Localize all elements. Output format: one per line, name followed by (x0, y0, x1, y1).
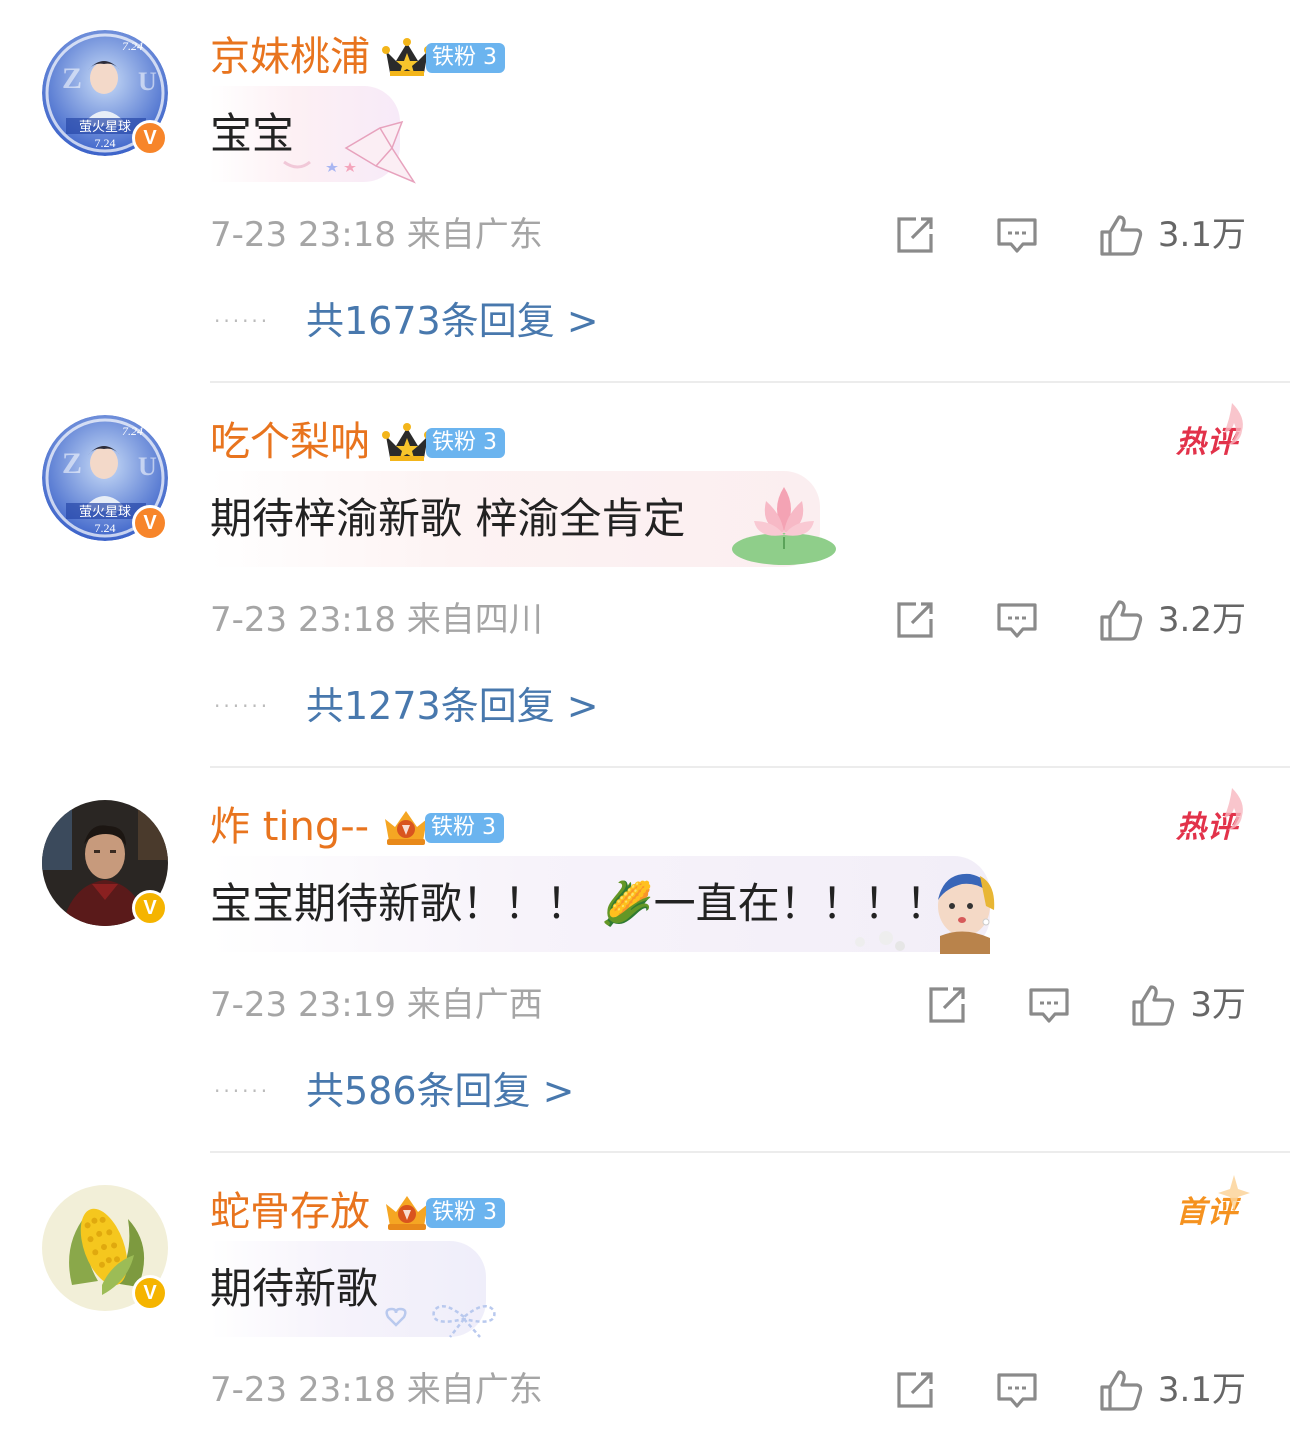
like-icon[interactable] (1098, 597, 1144, 643)
comment-item: V 蛇骨存放 铁粉 3 首评 期待新歌 7-23 23:18 来自广东 3.1万 (0, 1155, 1290, 1440)
share-icon[interactable] (924, 982, 970, 1028)
like-count: 3万 (1190, 985, 1246, 1025)
comment-actions: 3.1万 (892, 1367, 1246, 1413)
bow-decoration-icon (385, 1304, 496, 1338)
svg-text:萤火星球: 萤火星球 (79, 120, 131, 135)
divider (210, 766, 1290, 768)
comment-bubble: 期待梓渝新歌 梓渝全肯定 (210, 471, 820, 567)
username[interactable]: 蛇骨存放 (210, 1187, 370, 1237)
hot-comment-badge: 热评 (1176, 788, 1243, 846)
username[interactable]: 炸 ting-- (210, 802, 369, 852)
comment-icon[interactable] (994, 597, 1040, 643)
username[interactable]: 京妹桃浦 (210, 32, 370, 82)
crown-icon (382, 423, 432, 461)
svg-text:Z: Z (62, 62, 82, 95)
comment-icon[interactable] (1026, 982, 1072, 1028)
fan-level-tag: 铁粉 3 (426, 428, 505, 458)
comment-meta: 7-23 23:18 来自广东 (210, 215, 543, 255)
comment-meta: 7-23 23:18 来自广东 (210, 1370, 543, 1410)
username[interactable]: 吃个梨呐 (210, 417, 370, 467)
svg-text:7.24: 7.24 (122, 39, 143, 53)
gold-crown-icon (385, 811, 427, 845)
flame-icon (1224, 788, 1243, 830)
lotus-decoration-icon (732, 487, 836, 565)
svg-text:U: U (138, 67, 157, 96)
verified-badge: V (132, 120, 168, 156)
svg-text:7.24: 7.24 (95, 136, 116, 150)
flame-icon (1224, 403, 1243, 445)
reply-count-link[interactable]: 共1673条回复 > (306, 296, 599, 346)
svg-text:萤火星球: 萤火星球 (79, 505, 131, 520)
svg-text:7.24: 7.24 (122, 424, 143, 438)
verified-badge: V (132, 505, 168, 541)
fan-badge[interactable]: 铁粉 3 (382, 423, 505, 463)
first-comment-badge: 首评 (1176, 1175, 1250, 1231)
svg-text:7.24: 7.24 (95, 521, 116, 535)
like-icon[interactable] (1130, 982, 1176, 1028)
reply-count-link[interactable]: 共1273条回复 > (306, 681, 599, 731)
like-icon[interactable] (1098, 212, 1144, 258)
share-icon[interactable] (892, 1367, 938, 1413)
like-count: 3.1万 (1157, 1370, 1246, 1410)
fan-level-tag: 铁粉 3 (426, 43, 505, 73)
fan-level-tag: 铁粉 3 (426, 1198, 505, 1228)
share-icon[interactable] (892, 212, 938, 258)
comment-text: 期待梓渝新歌 梓渝全肯定 (210, 494, 686, 543)
comment-icon[interactable] (994, 212, 1040, 258)
comment-meta: 7-23 23:18 来自四川 (210, 600, 543, 640)
like-count: 3.2万 (1157, 600, 1246, 640)
comment-icon[interactable] (994, 1367, 1040, 1413)
crown-icon (382, 38, 432, 76)
svg-text:Z: Z (62, 447, 82, 480)
comment-item: V 炸 ting-- 铁粉 3 热评 宝宝期待新歌！！！ 🌽一直在！！！！ 7-… (0, 770, 1290, 1153)
comment-actions: 3.2万 (892, 597, 1246, 643)
reply-summary[interactable]: ······ 共586条回复 > (214, 1066, 574, 1116)
pearl-earring-girl-decoration-icon (855, 873, 995, 954)
reply-summary[interactable]: ······ 共1273条回复 > (214, 681, 599, 731)
like-icon[interactable] (1098, 1367, 1144, 1413)
verified-badge: V (132, 1275, 168, 1311)
reply-dots: ······ (214, 694, 271, 718)
comment-text: 期待新歌 (210, 1264, 379, 1313)
hot-comment-badge: 热评 (1176, 403, 1243, 461)
comment-item: Z U 萤火星球 7.24 7.24 V 吃个梨呐 铁粉 3 热评 期待梓渝新歌… (0, 385, 1290, 768)
like-count: 3.1万 (1157, 215, 1246, 255)
fan-badge[interactable]: 铁粉 3 (382, 38, 505, 78)
reply-dots: ······ (214, 309, 271, 333)
fan-level-tag: 铁粉 3 (425, 813, 504, 843)
gold-crown-icon (386, 1196, 428, 1230)
fan-badge[interactable]: 铁粉 3 (381, 808, 504, 848)
fan-badge[interactable]: 铁粉 3 (382, 1193, 505, 1233)
share-icon[interactable] (892, 597, 938, 643)
comment-item: Z U 萤火星球 7.24 7.24 V 京妹桃浦 铁粉 3 宝宝 7-23 2… (0, 0, 1290, 383)
comment-meta: 7-23 23:19 来自广西 (210, 985, 543, 1025)
divider (210, 1151, 1290, 1153)
verified-badge: V (132, 890, 168, 926)
divider (210, 381, 1290, 383)
svg-text:U: U (138, 452, 157, 481)
sparkle-icon (1218, 1175, 1250, 1211)
comment-actions: 3.1万 (892, 212, 1246, 258)
comment-actions: 3万 (924, 982, 1246, 1028)
comment-text: 宝宝期待新歌！！！ 🌽一直在！！！！ (210, 879, 948, 928)
reply-dots: ······ (214, 1079, 271, 1103)
reply-summary[interactable]: ······ 共1673条回复 > (214, 296, 599, 346)
reply-count-link[interactable]: 共586条回复 > (306, 1066, 574, 1116)
paper-crane-decoration-icon (283, 120, 416, 184)
